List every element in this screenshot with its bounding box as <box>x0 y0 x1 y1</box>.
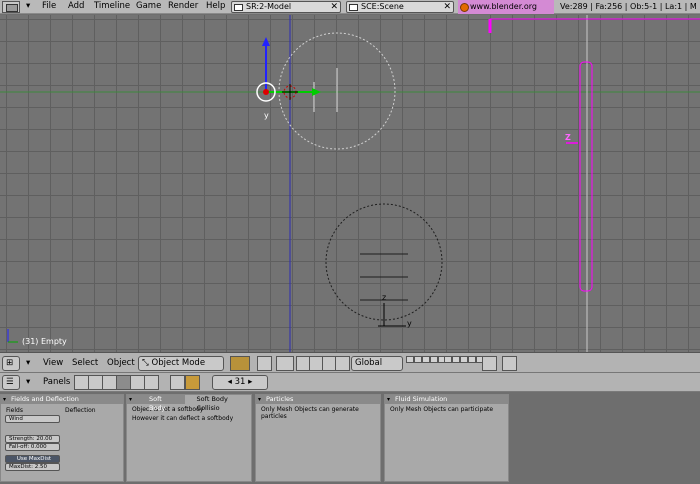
close-icon[interactable]: ✕ <box>330 2 338 12</box>
scene-name: SCE:Scene <box>361 2 404 11</box>
render-icon[interactable] <box>502 356 517 371</box>
menu-help[interactable]: Help <box>206 1 225 11</box>
field-type-select[interactable]: Wind <box>5 415 60 423</box>
fluid-simulation-panel: Fluid Simulation Only Mesh Objects can p… <box>384 394 509 482</box>
layer-buttons-2[interactable] <box>444 356 484 371</box>
buttons-window: Fields and Deflection Fields Deflection … <box>0 392 700 484</box>
menu-timeline[interactable]: Timeline <box>94 1 130 11</box>
window-type-icon[interactable]: ☰ <box>2 375 20 390</box>
object-origin-dot <box>263 89 269 95</box>
logic-context-icon[interactable] <box>74 375 89 390</box>
frame-increment-icon[interactable]: ▸ <box>245 377 252 387</box>
particles-panel: Particles Only Mesh Objects can generate… <box>255 394 381 482</box>
menu-file[interactable]: File <box>42 1 56 11</box>
lock-icon[interactable] <box>482 356 497 371</box>
fields-deflection-panel: Fields and Deflection Fields Deflection … <box>0 394 124 482</box>
empty-y-label: y <box>407 319 412 328</box>
buttons-header: ☰ ▾ Panels ◂ 31 ▸ <box>0 373 700 392</box>
deflection-label: Deflection <box>65 407 96 414</box>
object-subcontext-icon[interactable] <box>170 375 185 390</box>
softbody-text-2: However it can deflect a softbody <box>132 415 234 422</box>
selected-curve-guide[interactable] <box>579 61 593 292</box>
menu-add[interactable]: Add <box>68 1 84 11</box>
close-icon[interactable]: ✕ <box>443 2 451 12</box>
frame-number: 31 <box>234 377 246 387</box>
manipulator-toggle-icon[interactable] <box>276 356 294 371</box>
frame-counter[interactable]: ◂ 31 ▸ <box>212 375 268 390</box>
strength-field[interactable]: Strength: 20.00 <box>5 435 60 443</box>
axis-y-label: y <box>264 111 269 120</box>
orientation-selector[interactable]: Global <box>351 356 403 371</box>
collapse-arrow-icon[interactable]: ▾ <box>26 377 30 387</box>
mode-label: Object Mode <box>151 358 206 368</box>
soft-body-panel: Soft Body Soft Body Collisio Object is n… <box>126 394 252 482</box>
3d-viewport[interactable]: y Z z y (31) Empty <box>0 15 700 352</box>
panels-label: Panels <box>43 377 71 387</box>
menu-object[interactable]: Object <box>107 358 135 368</box>
editing-context-icon[interactable] <box>130 375 145 390</box>
arrow-head-icon <box>312 88 321 96</box>
window-type-icon[interactable] <box>2 1 20 13</box>
falloff-field[interactable]: Fall-off: 0.000 <box>5 443 60 451</box>
object-context-icon[interactable] <box>116 375 131 390</box>
viewport-drawing <box>0 15 700 352</box>
menu-game[interactable]: Game <box>136 1 161 11</box>
scene-context-icon[interactable] <box>144 375 159 390</box>
use-maxdist-toggle[interactable]: Use MaxDist <box>5 455 60 463</box>
collapse-arrow-icon[interactable]: ▾ <box>26 358 30 368</box>
tab-soft-body[interactable]: Soft Body <box>137 395 185 412</box>
scene-selector[interactable]: SCE:Scene ✕ <box>346 1 454 13</box>
scene-browse-icon[interactable] <box>349 4 358 11</box>
particles-text: Only Mesh Objects can generate particles <box>261 406 359 420</box>
panel-tabs: Soft Body Soft Body Collisio <box>127 395 251 412</box>
scene-stats: Ve:289 | Fa:256 | Ob:5-1 | La:1 | M <box>560 2 697 11</box>
mode-selector[interactable]: ⤡ Object Mode <box>138 356 224 371</box>
layer-buttons-1[interactable] <box>406 356 446 371</box>
shading-context-icon[interactable] <box>102 375 117 390</box>
physics-subcontext-icon[interactable] <box>185 375 200 390</box>
force-field-circle[interactable] <box>325 203 443 321</box>
fields-label: Fields <box>6 407 23 414</box>
menu-render[interactable]: Render <box>168 1 198 11</box>
menu-select[interactable]: Select <box>72 358 98 368</box>
script-context-icon[interactable] <box>88 375 103 390</box>
window-type-icon[interactable]: ⊞ <box>2 356 20 371</box>
tab-soft-body-collision[interactable]: Soft Body Collisio <box>184 395 251 412</box>
blender-link[interactable]: www.blender.org 243 <box>458 0 554 25</box>
fluid-text: Only Mesh Objects can participate <box>390 406 494 413</box>
screen-browse-icon[interactable] <box>234 4 243 11</box>
panel-title[interactable]: Particles <box>256 395 380 404</box>
top-menu-bar: ▾ File Add Timeline Game Render Help SR:… <box>0 0 700 25</box>
collapse-arrow-icon[interactable]: ▾ <box>26 1 30 11</box>
screen-name: SR:2-Model <box>246 2 292 11</box>
curve-z-label: Z <box>565 133 571 142</box>
mode-icon: ⤡ <box>142 358 152 368</box>
scale-icon[interactable] <box>335 356 350 371</box>
frame-decrement-icon[interactable]: ◂ <box>228 377 235 387</box>
panel-title[interactable]: Fields and Deflection <box>1 395 123 404</box>
maxdist-field[interactable]: MaxDist: 2.50 <box>5 463 60 471</box>
softbody-text-1: Object is not a softbody <box>132 406 204 413</box>
panel-title[interactable]: Fluid Simulation <box>385 395 508 404</box>
active-object-status: (31) Empty <box>22 337 67 346</box>
empty-z-label: z <box>382 293 387 302</box>
draw-type-icon[interactable] <box>230 356 250 371</box>
arrow-head-icon <box>262 37 270 46</box>
menu-view[interactable]: View <box>43 358 63 368</box>
pivot-icon[interactable] <box>257 356 272 371</box>
3d-view-header: ⊞ ▾ View Select Object ⤡ Object Mode Glo… <box>0 352 700 373</box>
screen-selector[interactable]: SR:2-Model ✕ <box>231 1 341 13</box>
